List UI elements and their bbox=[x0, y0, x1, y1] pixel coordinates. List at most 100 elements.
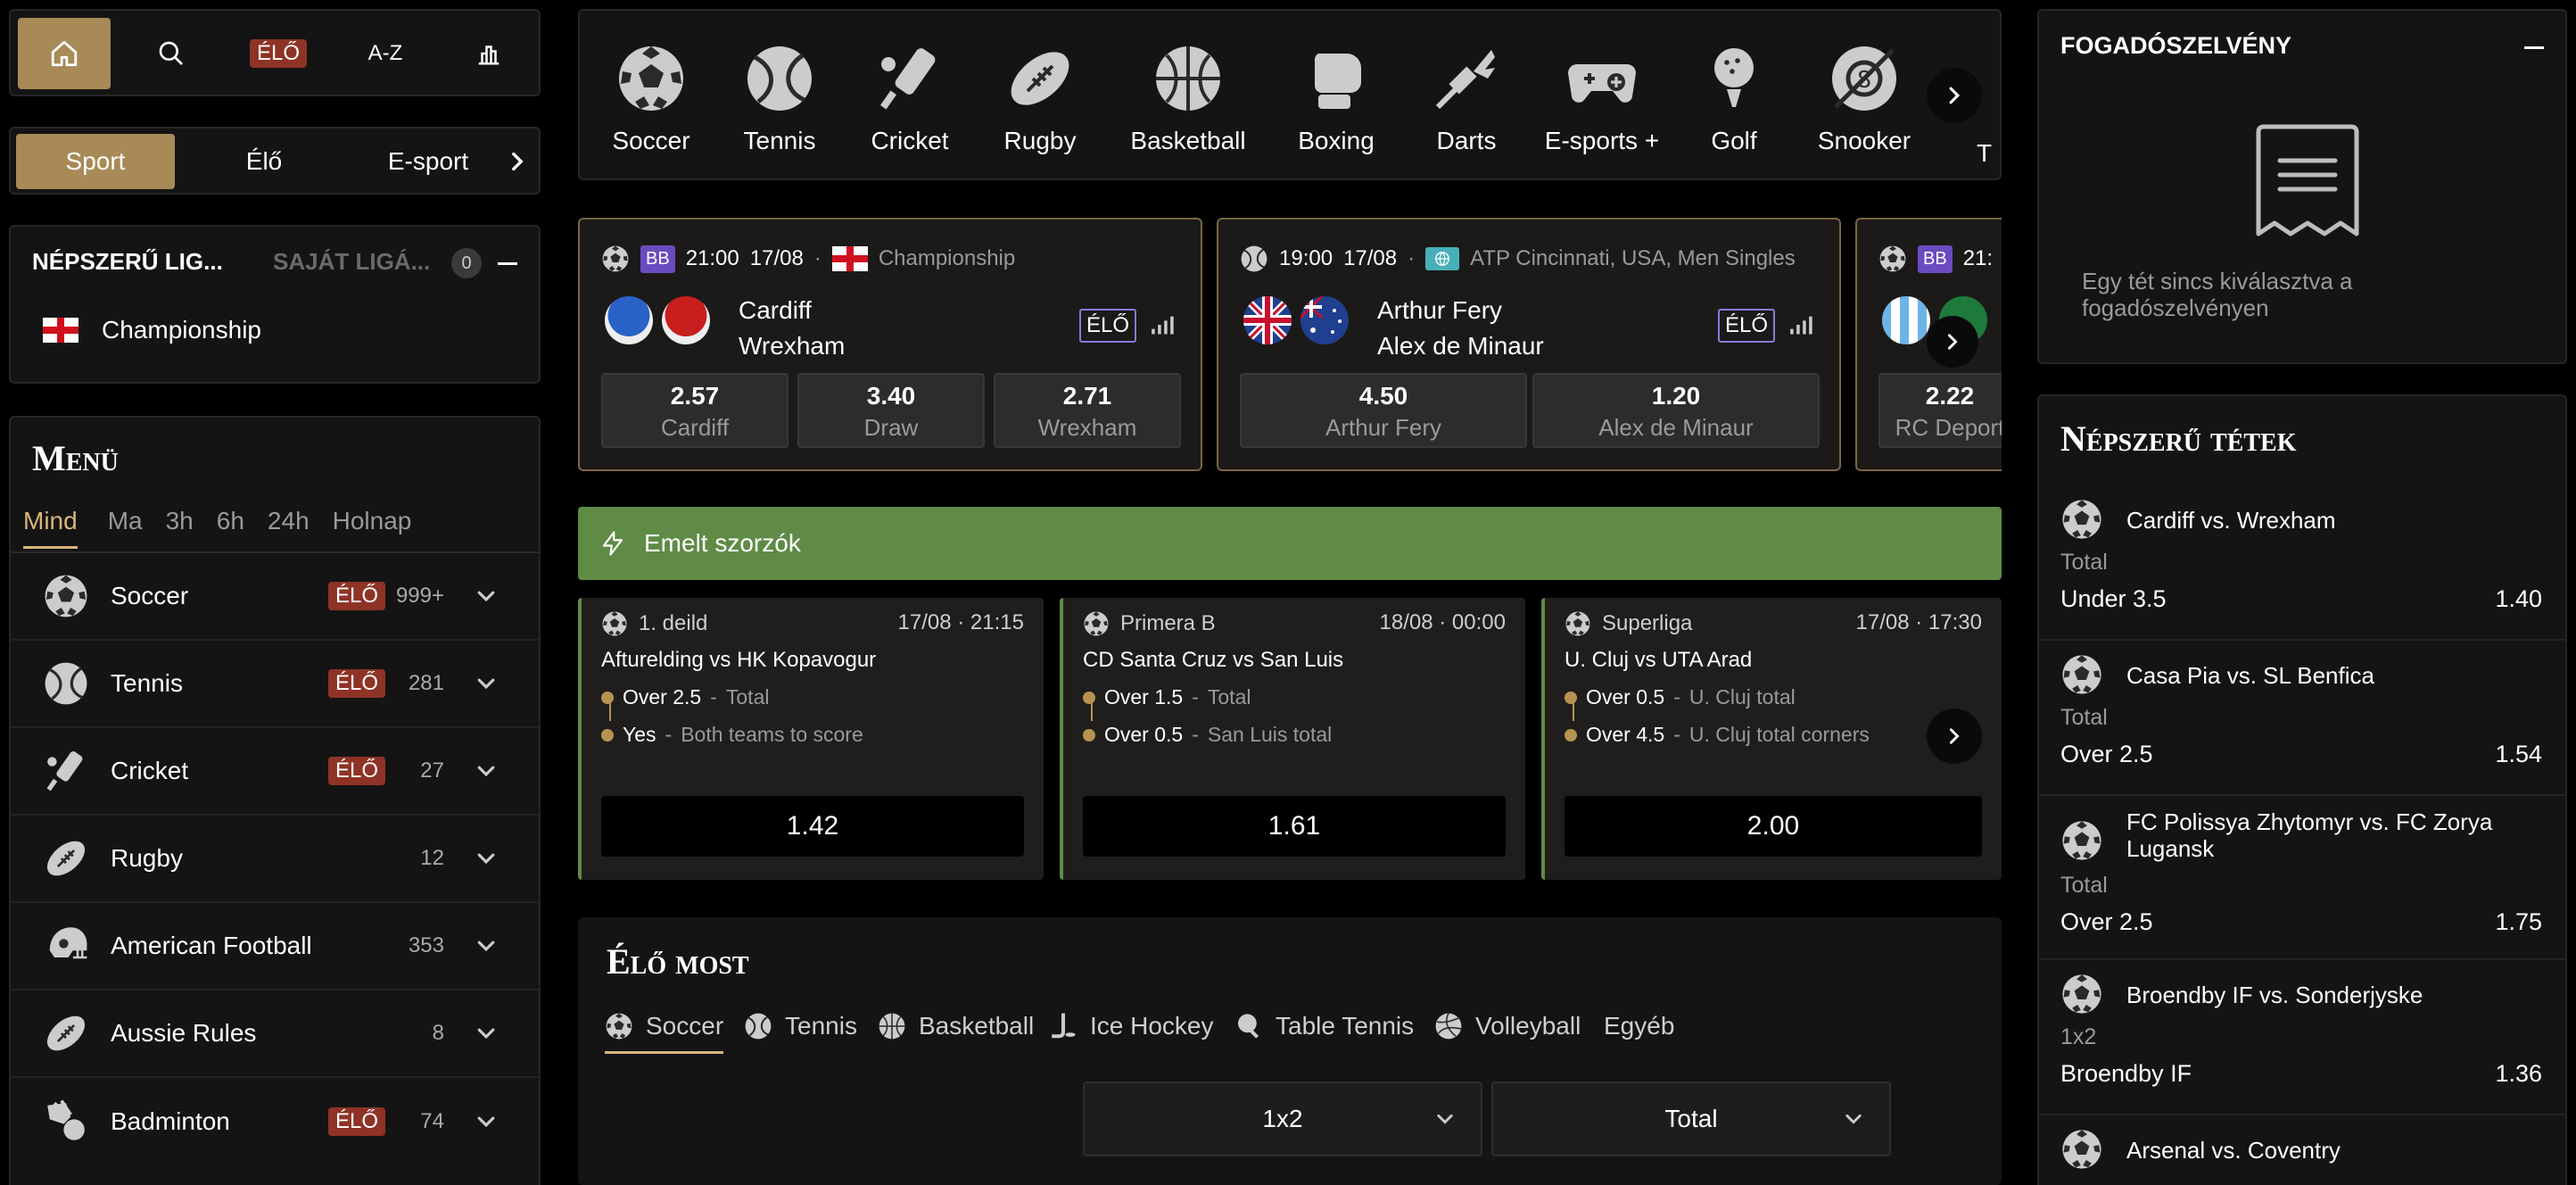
chevron-down-icon[interactable] bbox=[475, 584, 498, 608]
menu-title: Menü bbox=[32, 438, 119, 478]
filter-today[interactable]: Ma bbox=[108, 507, 143, 549]
az-button[interactable]: A-Z bbox=[339, 18, 432, 89]
sidebar-item-tennis[interactable]: Tennis ÉLŐ 281 bbox=[11, 641, 539, 728]
filter-tomorrow[interactable]: Holnap bbox=[333, 507, 412, 549]
boosted-odds-button[interactable]: 2.00 bbox=[1565, 796, 1982, 857]
search-button[interactable] bbox=[125, 18, 218, 89]
chevron-down-icon[interactable] bbox=[475, 847, 498, 870]
boosted-next-button[interactable] bbox=[1927, 709, 1982, 764]
odds-value[interactable]: 1.36 bbox=[2495, 1060, 2542, 1088]
shuttlecock-icon bbox=[43, 1098, 89, 1145]
tab-basketball[interactable]: Basketball bbox=[878, 1012, 1034, 1040]
carousel-next-button[interactable] bbox=[1927, 68, 1982, 123]
live-nav-button[interactable]: ÉLŐ bbox=[232, 18, 325, 89]
tab-volleyball[interactable]: Volleyball bbox=[1434, 1012, 1581, 1040]
sidebar-item-badminton[interactable]: Badminton ÉLŐ 74 bbox=[11, 1078, 539, 1165]
league-item[interactable]: Championship bbox=[43, 316, 261, 344]
tab-soccer[interactable]: Soccer bbox=[605, 1012, 724, 1054]
home-player: Arthur Fery bbox=[1377, 296, 1503, 324]
odds-value[interactable]: 1.40 bbox=[2495, 585, 2542, 613]
match-time: 19:00 bbox=[1279, 246, 1333, 270]
tab-ice-hockey[interactable]: Ice Hockey bbox=[1049, 1012, 1214, 1040]
odds-button[interactable]: 2.22 RC Deport bbox=[1878, 373, 2002, 448]
tab-popular-leagues[interactable]: NÉPSZERŰ LIG... bbox=[32, 248, 223, 276]
betslip-empty-text: Egy tét sincs kiválasztva a fogadószelvé… bbox=[2082, 268, 2353, 321]
soccer-ball-icon bbox=[2060, 653, 2103, 696]
tab-live[interactable]: Élő bbox=[186, 134, 343, 189]
sidebar-item-american-football[interactable]: American Football 353 bbox=[11, 903, 539, 990]
filter-24h[interactable]: 24h bbox=[268, 507, 310, 549]
boosted-odds-button[interactable]: 1.61 bbox=[1083, 796, 1506, 857]
boosted-odds-button[interactable]: 1.42 bbox=[601, 796, 1024, 857]
home-button[interactable] bbox=[18, 18, 111, 89]
sports-menu: Menü Mind Ma 3h 6h 24h Holnap Soccer ÉLŐ… bbox=[9, 416, 541, 1185]
odds-value[interactable]: 1.54 bbox=[2495, 741, 2542, 768]
chevron-down-icon[interactable] bbox=[475, 934, 498, 957]
stats-signal-icon[interactable] bbox=[1151, 314, 1176, 336]
time-filters: Mind Ma 3h 6h 24h Holnap bbox=[23, 507, 411, 549]
sidebar-item-cricket[interactable]: Cricket ÉLŐ 27 bbox=[11, 728, 539, 816]
sport-darts[interactable]: Darts bbox=[1404, 43, 1529, 155]
sidebar-item-soccer[interactable]: Soccer ÉLŐ 999+ bbox=[11, 553, 539, 641]
match-date: 17/08 bbox=[749, 246, 804, 270]
boosted-odds-header[interactable]: Emelt szorzók bbox=[578, 507, 2002, 580]
sport-rugby[interactable]: Rugby bbox=[978, 43, 1102, 155]
basketball-icon bbox=[1152, 43, 1224, 114]
market-dropdown-2[interactable]: Total bbox=[1491, 1081, 1891, 1156]
filter-3h[interactable]: 3h bbox=[166, 507, 194, 549]
sport-esports[interactable]: E-sports + bbox=[1540, 43, 1664, 155]
cards-next-button[interactable] bbox=[1927, 316, 1978, 368]
sport-golf[interactable]: Golf bbox=[1672, 43, 1796, 155]
market-dropdown-1[interactable]: 1x2 bbox=[1083, 1081, 1482, 1156]
filter-6h[interactable]: 6h bbox=[217, 507, 244, 549]
stats-signal-icon[interactable] bbox=[1789, 314, 1814, 336]
stats-button[interactable] bbox=[442, 18, 535, 89]
sport-boxing[interactable]: Boxing bbox=[1274, 43, 1399, 155]
tab-own-leagues[interactable]: SAJÁT LIGÁ... bbox=[273, 248, 430, 276]
chevron-down-icon[interactable] bbox=[475, 759, 498, 783]
sidebar-item-aussie-rules[interactable]: Aussie Rules 8 bbox=[11, 990, 539, 1078]
odds-button[interactable]: 4.50 Arthur Fery bbox=[1240, 373, 1527, 448]
sidebar-item-rugby[interactable]: Rugby 12 bbox=[11, 816, 539, 903]
top-nav: ÉLŐ A-Z bbox=[9, 9, 541, 96]
chevron-down-icon[interactable] bbox=[475, 672, 498, 695]
chevron-right-button[interactable] bbox=[500, 134, 535, 189]
collapse-icon[interactable] bbox=[2524, 46, 2544, 49]
tab-esport[interactable]: E-sport bbox=[350, 134, 507, 189]
chevron-down-icon bbox=[1434, 1108, 1456, 1130]
sport-soccer[interactable]: Soccer bbox=[589, 43, 714, 155]
tab-table-tennis[interactable]: Table Tennis bbox=[1234, 1012, 1414, 1040]
odds-button[interactable]: 1.20 Alex de Minaur bbox=[1532, 373, 1820, 448]
soccer-ball-icon bbox=[1083, 610, 1110, 637]
soccer-ball-icon bbox=[2060, 498, 2103, 541]
sport-cricket[interactable]: Cricket bbox=[847, 43, 972, 155]
tab-tennis[interactable]: Tennis bbox=[744, 1012, 857, 1040]
tab-other[interactable]: Egyéb bbox=[1604, 1012, 1674, 1040]
filter-all[interactable]: Mind bbox=[23, 507, 78, 549]
popular-bet-row[interactable]: Broendby IF vs. Sonderjyske 1x2 Broendby… bbox=[2039, 960, 2565, 1115]
popular-bet-row[interactable]: FC Polissya Zhytomyr vs. FC Zorya Lugans… bbox=[2039, 796, 2565, 960]
odds-value[interactable]: 1.75 bbox=[2495, 908, 2542, 936]
tab-sport[interactable]: Sport bbox=[16, 134, 175, 189]
sport-basketball[interactable]: Basketball bbox=[1126, 43, 1251, 155]
soccer-ball-icon bbox=[43, 573, 89, 619]
collapse-icon[interactable] bbox=[498, 262, 517, 265]
sport-snooker[interactable]: Snooker bbox=[1802, 43, 1927, 155]
odds-button[interactable]: 3.40 Draw bbox=[797, 373, 985, 448]
odds-button[interactable]: 2.57 Cardiff bbox=[601, 373, 788, 448]
popular-bets-panel: Népszerű tétek Cardiff vs. Wrexham Total… bbox=[2037, 394, 2567, 1185]
chevron-down-icon[interactable] bbox=[475, 1022, 498, 1045]
sport-partial[interactable]: T bbox=[1977, 139, 1992, 168]
bet-builder-badge: BB bbox=[640, 244, 675, 273]
popular-bet-row[interactable]: Arsenal vs. Coventry bbox=[2039, 1115, 2565, 1185]
odds-button[interactable]: 2.71 Wrexham bbox=[994, 373, 1181, 448]
popular-bet-row[interactable]: Cardiff vs. Wrexham Total Under 3.5 1.40 bbox=[2039, 485, 2565, 641]
betslip-title: FOGADÓSZELVÉNY bbox=[2060, 32, 2292, 59]
selection: Over 4.5 bbox=[1586, 723, 1665, 746]
chevron-down-icon[interactable] bbox=[475, 1110, 498, 1133]
match-card[interactable]: 19:00 17/08 · ATP Cincinnati, USA, Men S… bbox=[1217, 218, 1841, 471]
popular-bet-row[interactable]: Casa Pia vs. SL Benfica Total Over 2.5 1… bbox=[2039, 641, 2565, 796]
sport-tennis[interactable]: Tennis bbox=[717, 43, 842, 155]
match-card[interactable]: BB 21:00 17/08 · Championship Cardiff Wr… bbox=[578, 218, 1202, 471]
receipt-icon bbox=[2253, 123, 2362, 245]
